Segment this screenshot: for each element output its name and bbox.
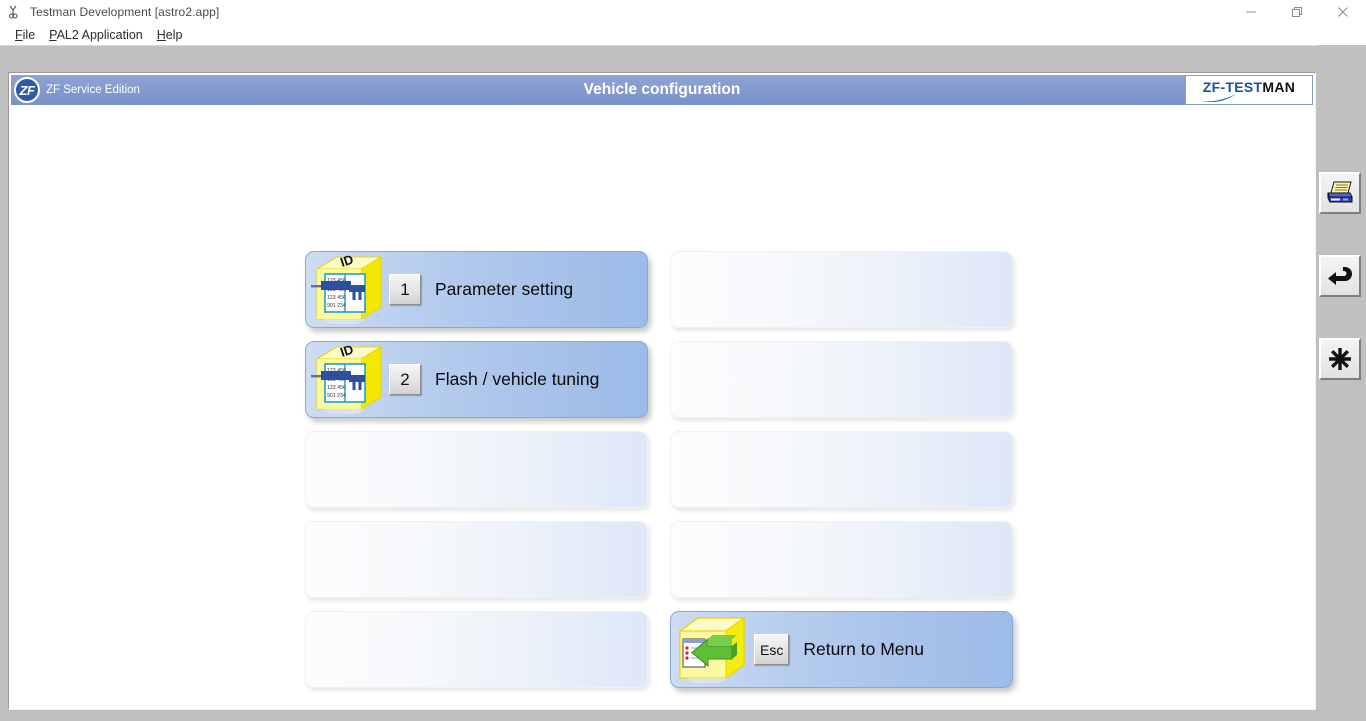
print-button[interactable]	[1319, 172, 1361, 214]
minimize-icon[interactable]	[1228, 0, 1274, 24]
menu-accel-help: H	[156, 27, 166, 42]
menu-button-grid: ID 123 456 123 456 123 456 901 234	[305, 251, 1025, 701]
svg-text:123 456: 123 456	[327, 295, 346, 301]
application-background: ZF ZF Service Edition Vehicle configurat…	[0, 45, 1366, 721]
right-toolbar	[1318, 45, 1366, 721]
menu-button-empty	[670, 431, 1013, 508]
logo-swoosh-icon	[1200, 94, 1236, 103]
header-subtitle: ZF Service Edition	[46, 84, 140, 96]
menu-grid-row: ID 123 456 123 456 123 456 901 234	[305, 251, 1025, 328]
menu-button-label: Flash / vehicle tuning	[435, 369, 600, 389]
app-icon	[6, 4, 22, 20]
restore-icon[interactable]	[1274, 0, 1320, 24]
zf-testman-logo: ZF-TESTMAN	[1185, 75, 1313, 105]
svg-text:901 234: 901 234	[327, 393, 346, 399]
return-arrow-box-icon	[672, 613, 754, 687]
menu-button-empty	[670, 521, 1013, 598]
menu-button-empty	[305, 611, 648, 688]
panel-content: ID 123 456 123 456 123 456 901 234	[11, 107, 1313, 707]
menu-grid-row: Esc Return to Menu	[305, 611, 1025, 688]
window-controls	[1228, 0, 1366, 24]
back-button[interactable]	[1319, 255, 1361, 297]
close-icon[interactable]	[1320, 0, 1366, 24]
menu-button-flash-vehicle-tuning[interactable]: ID 123 456 123 456 123 456 901 234	[305, 341, 648, 418]
menu-button-empty	[305, 521, 648, 598]
logo-part-black: MAN	[1262, 79, 1296, 95]
parameter-box-icon: ID 123 456 123 456 123 456 901 234	[307, 253, 389, 327]
menu-button-parameter-setting[interactable]: ID 123 456 123 456 123 456 901 234	[305, 251, 648, 328]
panel-header: ZF ZF Service Edition Vehicle configurat…	[11, 75, 1313, 105]
menu-grid-row	[305, 521, 1025, 598]
zf-testman-logo-text: ZF-TESTMAN	[1186, 79, 1312, 95]
svg-text:123 456: 123 456	[327, 385, 346, 391]
menu-item-file[interactable]: File	[8, 26, 42, 44]
menu-item-pal2-application[interactable]: PAL2 Application	[42, 26, 150, 44]
menubar: File PAL2 Application Help	[0, 24, 1366, 45]
parameter-box-icon: ID 123 456 123 456 123 456 901 234	[307, 343, 389, 417]
menu-button-key: 1	[389, 274, 421, 305]
asterisk-icon	[1329, 348, 1351, 370]
options-button[interactable]	[1319, 338, 1361, 380]
undo-arrow-icon	[1328, 267, 1352, 285]
menu-label-file: ile	[22, 27, 36, 42]
menu-item-help[interactable]: Help	[150, 26, 190, 44]
svg-text:901 234: 901 234	[327, 303, 346, 309]
zf-logo-text: ZF	[19, 82, 35, 98]
divider	[0, 45, 1366, 46]
menu-button-empty	[670, 251, 1013, 328]
menu-grid-row	[305, 431, 1025, 508]
page-title: Vehicle configuration	[583, 81, 741, 98]
window-titlebar: Testman Development [astro2.app]	[0, 0, 1366, 24]
menu-button-key: 2	[389, 364, 421, 395]
menu-button-empty	[670, 341, 1013, 418]
window-title: Testman Development [astro2.app]	[30, 5, 220, 19]
menu-button-label: Return to Menu	[803, 639, 924, 659]
menu-grid-row: ID 123 456 123 456 123 456 901 234	[305, 341, 1025, 418]
menu-button-key: Esc	[754, 634, 790, 665]
menu-button-label: Parameter setting	[435, 279, 574, 299]
logo-part-blue: ZF-TEST	[1202, 79, 1263, 95]
main-panel: ZF ZF Service Edition Vehicle configurat…	[8, 72, 1316, 710]
menu-accel-file: F	[15, 27, 23, 42]
zf-logo-icon: ZF	[14, 77, 40, 103]
menu-label-help: elp	[165, 27, 183, 42]
menu-label-pal2: AL2 Application	[56, 27, 143, 42]
menu-button-return-to-menu[interactable]: Esc Return to Menu	[670, 611, 1013, 688]
printer-icon	[1327, 181, 1353, 203]
menu-accel-pal2: P	[49, 27, 57, 42]
menu-button-empty	[305, 431, 648, 508]
